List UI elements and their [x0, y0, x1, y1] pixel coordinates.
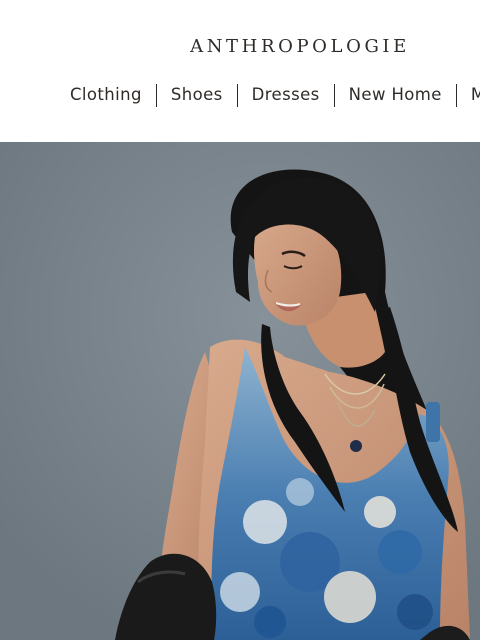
nav-item-dresses[interactable]: Dresses: [238, 82, 334, 108]
brand-logo[interactable]: ANTHROPOLOGIE: [0, 36, 480, 57]
hero-banner[interactable]: [0, 142, 480, 640]
site-header: ANTHROPOLOGIE Clothing Shoes Dresses New…: [0, 0, 480, 142]
nav-item-new-home[interactable]: New Home: [335, 82, 456, 108]
nav-item-more[interactable]: M: [457, 82, 480, 108]
hero-model-image: [0, 142, 480, 640]
nav-item-clothing[interactable]: Clothing: [62, 82, 156, 108]
nav-item-shoes[interactable]: Shoes: [157, 82, 237, 108]
main-nav: Clothing Shoes Dresses New Home M: [62, 82, 480, 108]
